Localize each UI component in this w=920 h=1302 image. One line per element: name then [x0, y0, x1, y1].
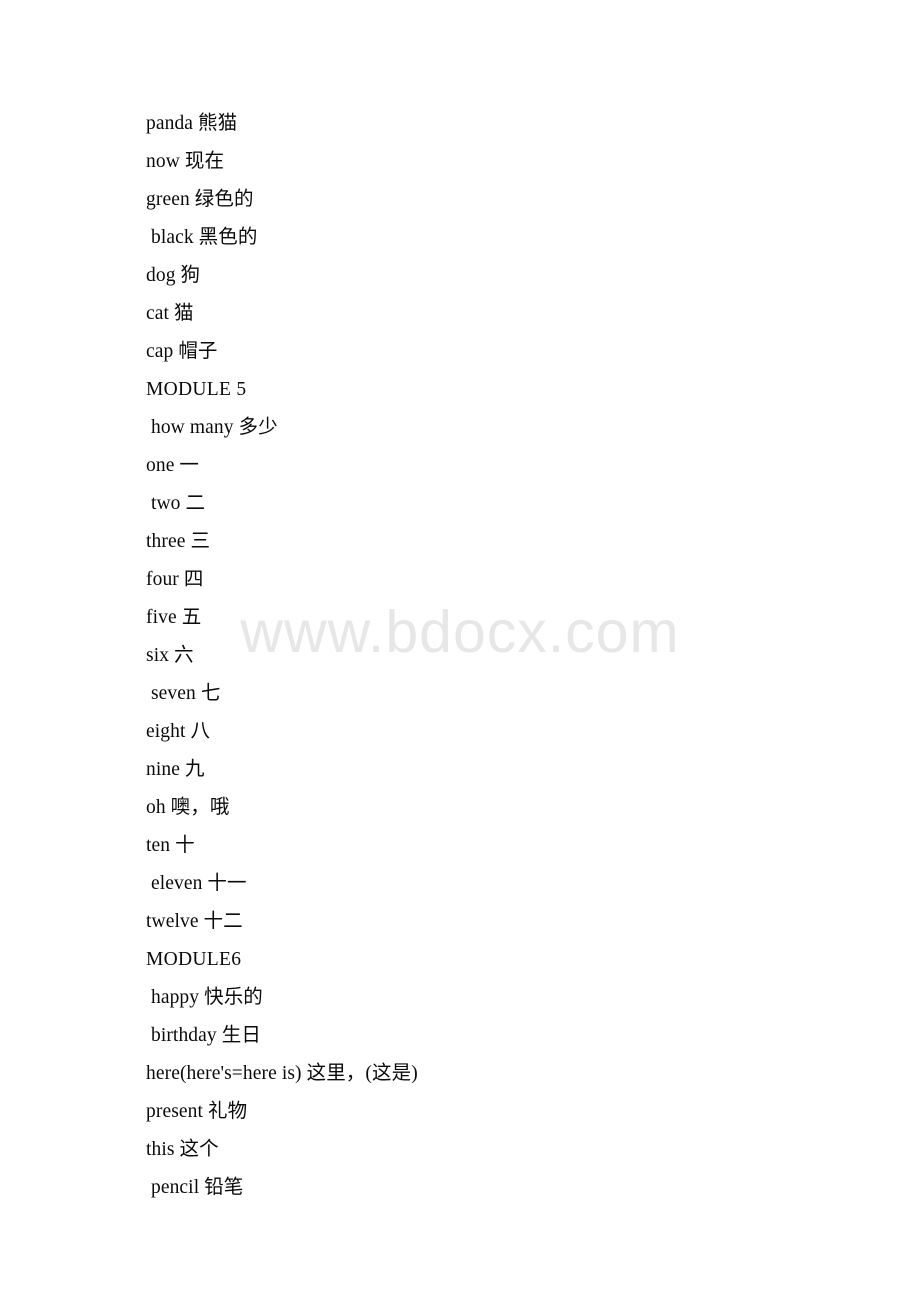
- vocabulary-entry: how many 多少: [146, 417, 278, 438]
- vocabulary-entry: oh 噢，哦: [146, 797, 230, 818]
- vocabulary-entry: four 四: [146, 569, 204, 590]
- vocabulary-entry: two 二: [146, 493, 206, 514]
- vocabulary-entry: five 五: [146, 607, 202, 628]
- vocabulary-entry: eight 八: [146, 721, 211, 742]
- vocabulary-entry: this 这个: [146, 1139, 219, 1160]
- vocabulary-entry: here(here's=here is) 这里，(这是): [146, 1063, 418, 1084]
- vocabulary-entry: nine 九: [146, 759, 205, 780]
- module-heading: MODULE 5: [146, 379, 247, 400]
- vocabulary-entry: ten 十: [146, 835, 195, 856]
- vocabulary-entry: birthday 生日: [146, 1025, 261, 1046]
- vocabulary-entry: three 三: [146, 531, 211, 552]
- vocabulary-entry: six 六: [146, 645, 194, 666]
- vocabulary-entry: happy 快乐的: [146, 987, 263, 1008]
- vocabulary-entry: one 一: [146, 455, 200, 476]
- vocabulary-entry: cat 猫: [146, 303, 194, 324]
- vocabulary-entry: green 绿色的: [146, 189, 254, 210]
- vocabulary-entry: dog 狗: [146, 265, 201, 286]
- vocabulary-list: panda 熊猫 now 现在 green 绿色的 black 黑色的 dog 狗 ca…: [146, 105, 846, 1207]
- vocabulary-entry: eleven 十一: [146, 873, 247, 894]
- vocabulary-entry: seven 七: [146, 683, 221, 704]
- document-page: www.bdocx.com panda 熊猫 now 现在 green 绿色的 bl…: [0, 0, 920, 1302]
- vocabulary-entry: pencil 铅笔: [146, 1177, 244, 1198]
- vocabulary-entry: now 现在: [146, 151, 225, 172]
- vocabulary-entry: twelve 十二: [146, 911, 243, 932]
- vocabulary-entry: black 黑色的: [146, 227, 258, 248]
- vocabulary-entry: cap 帽子: [146, 341, 218, 362]
- vocabulary-entry: present 礼物: [146, 1101, 248, 1122]
- module-heading: MODULE6: [146, 949, 242, 970]
- vocabulary-entry: panda 熊猫: [146, 113, 238, 134]
